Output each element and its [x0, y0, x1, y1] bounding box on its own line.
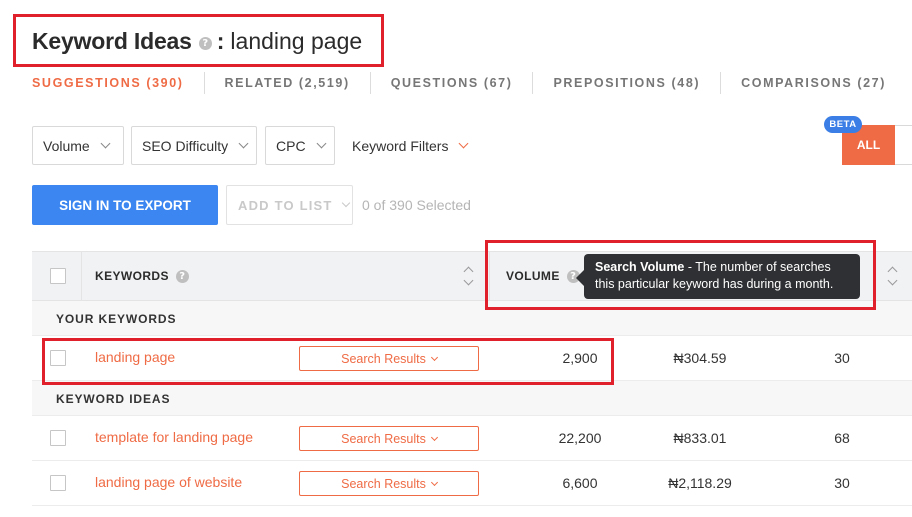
cpc-filter-dropdown[interactable]: CPC [265, 126, 335, 165]
search-query: landing page [230, 27, 363, 54]
row-checkbox[interactable] [50, 350, 66, 366]
chevron-down-icon [341, 198, 350, 207]
header-checkbox-cell [32, 252, 82, 300]
volume-filter-label: Volume [43, 137, 90, 154]
row-checkbox[interactable] [50, 475, 66, 491]
keyword-filters-label: Keyword Filters [352, 137, 449, 154]
selected-count: 0 of 390 Selected [362, 197, 471, 213]
select-all-checkbox[interactable] [50, 268, 66, 284]
tab-comparisons[interactable]: COMPARISONS (27) [741, 76, 886, 90]
chevron-down-icon [430, 353, 438, 361]
sort-icon[interactable] [888, 264, 898, 288]
section-your-keywords: YOUR KEYWORDS [32, 301, 912, 336]
keywords-column-label: KEYWORDS [95, 269, 169, 283]
search-results-label: Search Results [341, 351, 426, 366]
keywords-column-header[interactable]: KEYWORDS ? [95, 269, 189, 283]
cpc-cell: ₦2,118.29 [668, 475, 732, 491]
beta-badge: BETA [824, 116, 862, 133]
volume-cell: 22,200 [558, 430, 602, 446]
tab-divider [532, 72, 534, 94]
volume-filter-dropdown[interactable]: Volume [32, 126, 124, 165]
keyword-link[interactable]: landing page of website [95, 474, 242, 490]
chevron-down-icon [100, 138, 111, 148]
filter-toggle-segment[interactable] [895, 125, 912, 165]
metric-cell: 30 [834, 475, 850, 491]
table-row: landing page Search Results 2,900 ₦304.5… [32, 336, 912, 381]
search-results-button[interactable]: Search Results [299, 346, 479, 371]
volume-cell: 2,900 [562, 350, 598, 366]
help-icon[interactable]: ? [198, 36, 212, 50]
table-row: landing page of website Search Results 6… [32, 461, 912, 506]
volume-column-header[interactable]: VOLUME ? [506, 269, 580, 283]
metric-cell: 30 [834, 350, 850, 366]
cpc-cell: ₦833.01 [673, 430, 727, 446]
chevron-down-icon [459, 138, 469, 148]
tooltip-title: Search Volume [595, 260, 685, 274]
title-separator: : [216, 27, 225, 54]
page-title-text: Keyword Ideas [32, 27, 192, 54]
chevron-down-icon [238, 138, 249, 148]
tab-suggestions[interactable]: SUGGESTIONS (390) [32, 76, 184, 90]
search-results-label: Search Results [341, 476, 426, 491]
page-title: Keyword Ideas ? : landing page [32, 26, 362, 56]
chevron-down-icon [430, 433, 438, 441]
add-to-list-button[interactable]: ADD TO LIST [226, 185, 353, 225]
seo-difficulty-filter-dropdown[interactable]: SEO Difficulty [131, 126, 257, 165]
cpc-filter-label: CPC [276, 137, 306, 154]
tab-divider [720, 72, 722, 94]
section-keyword-ideas: KEYWORD IDEAS [32, 381, 912, 416]
result-tabs: SUGGESTIONS (390) RELATED (2,519) QUESTI… [32, 72, 886, 94]
help-icon[interactable]: ? [175, 269, 189, 283]
column-divider [489, 252, 490, 300]
volume-cell: 6,600 [562, 475, 598, 491]
metric-cell: 68 [834, 430, 850, 446]
chevron-down-icon [430, 478, 438, 486]
volume-column-label: VOLUME [506, 269, 560, 283]
sort-icon[interactable] [464, 264, 474, 288]
keyword-filters-dropdown[interactable]: Keyword Filters [352, 126, 469, 165]
tab-related[interactable]: RELATED (2,519) [225, 76, 350, 90]
section-label: KEYWORD IDEAS [56, 392, 171, 406]
section-label: YOUR KEYWORDS [56, 312, 177, 326]
tab-questions[interactable]: QUESTIONS (67) [391, 76, 513, 90]
search-results-button[interactable]: Search Results [299, 426, 479, 451]
keyword-link[interactable]: landing page [95, 349, 175, 365]
tab-divider [369, 72, 371, 94]
volume-tooltip: Search Volume - The number of searches t… [584, 254, 860, 299]
sign-in-to-export-button[interactable]: SIGN IN TO EXPORT [32, 185, 218, 225]
keyword-link[interactable]: template for landing page [95, 429, 253, 445]
chevron-down-icon [316, 138, 327, 148]
tooltip-arrow [576, 270, 584, 286]
cpc-cell: ₦304.59 [673, 350, 727, 366]
seo-difficulty-filter-label: SEO Difficulty [142, 137, 229, 154]
tab-divider [203, 72, 205, 94]
search-results-label: Search Results [341, 431, 426, 446]
search-results-button[interactable]: Search Results [299, 471, 479, 496]
tab-prepositions[interactable]: PREPOSITIONS (48) [553, 76, 700, 90]
row-checkbox[interactable] [50, 430, 66, 446]
table-row: template for landing page Search Results… [32, 416, 912, 461]
add-to-list-label: ADD TO LIST [238, 197, 333, 213]
